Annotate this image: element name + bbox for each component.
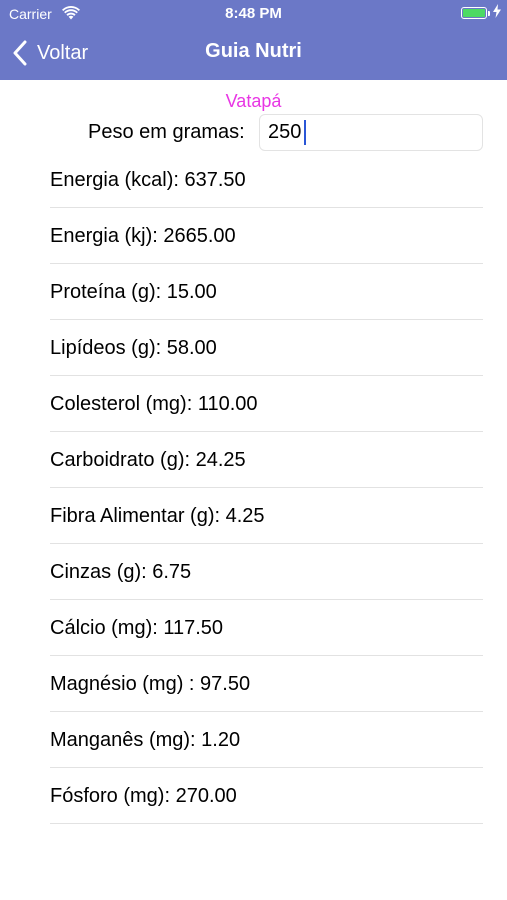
nutrient-energy-kcal: Energia (kcal): 637.50 [50, 168, 246, 191]
food-name: Vatapá [225, 91, 282, 111]
nutrient-row: Colesterol (mg): 110.00 [50, 376, 483, 432]
charging-bolt-icon [493, 4, 501, 18]
page-title: Guia Nutri [205, 40, 302, 62]
text-cursor [304, 120, 306, 145]
nutrient-row: Lipídeos (g): 58.00 [50, 320, 483, 376]
nutrient-row: Proteína (g): 15.00 [50, 264, 483, 320]
weight-label: Peso em gramas: [88, 121, 245, 143]
nutrient-fiber: Fibra Alimentar (g): 4.25 [50, 504, 265, 527]
nutrient-row: Energia (kj): 2665.00 [50, 208, 483, 264]
nutrient-row: Manganês (mg): 1.20 [50, 712, 483, 768]
nutrient-carbohydrate: Carboidrato (g): 24.25 [50, 448, 246, 471]
nutrient-manganese: Manganês (mg): 1.20 [50, 728, 241, 751]
nutrient-cholesterol: Colesterol (mg): 110.00 [50, 392, 258, 415]
nutrient-row: Carboidrato (g): 24.25 [50, 432, 483, 488]
battery-level [463, 9, 485, 17]
nutrient-row: Cálcio (mg): 117.50 [50, 600, 483, 656]
battery-icon [461, 7, 490, 19]
nav-bar: Voltar Guia Nutri [0, 28, 507, 80]
nutrient-protein: Proteína (g): 15.00 [50, 280, 217, 303]
nutrient-lipids: Lipídeos (g): 58.00 [50, 336, 217, 359]
status-time: 8:48 PM [225, 5, 282, 22]
weight-input[interactable] [259, 114, 483, 151]
nutrient-magnesium: Magnésio (mg) : 97.50 [50, 672, 251, 695]
nutrient-phosphorus: Fósforo (mg): 270.00 [50, 784, 237, 807]
nutrient-ash: Cinzas (g): 6.75 [50, 560, 192, 583]
nutrient-list: Energia (kcal): 637.50 Energia (kj): 266… [50, 152, 483, 824]
nutrient-energy-kj: Energia (kj): 2665.00 [50, 224, 236, 247]
nutrient-row: Energia (kcal): 637.50 [50, 152, 483, 208]
battery-nub [488, 11, 490, 16]
navigation-header: Carrier 8:48 PM Voltar Guia Nutri [0, 0, 507, 80]
nutrient-row: Fósforo (mg): 270.00 [50, 768, 483, 824]
status-bar: Carrier 8:48 PM [0, 0, 507, 28]
nutrient-row: Magnésio (mg) : 97.50 [50, 656, 483, 712]
nutrient-calcium: Cálcio (mg): 117.50 [50, 616, 224, 639]
nutrient-row: Cinzas (g): 6.75 [50, 544, 483, 600]
nutrient-row: Fibra Alimentar (g): 4.25 [50, 488, 483, 544]
